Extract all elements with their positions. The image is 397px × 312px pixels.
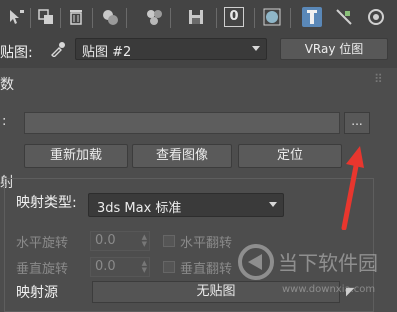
v-rotate-label: 垂直旋转 [16,262,69,277]
watermark-title: 当下软件园 [278,251,378,275]
rollout-header[interactable]: 数 [0,74,14,94]
v-rotate-value: 0.0 [95,259,116,274]
map-type-button[interactable]: VRay 位图 [280,38,388,60]
h-flip-label: 水平翻转 [180,236,233,251]
toolbar: 0 [0,0,397,36]
pick-icon[interactable] [6,7,26,27]
map-type-select[interactable]: 3ds Max 标准 [88,193,284,217]
save-icon[interactable] [186,7,206,27]
spinner-arrows-icon[interactable]: ▲ ▼ [142,260,147,274]
h-flip-checkbox[interactable] [163,235,175,247]
path-label: : [2,114,7,129]
v-flip-checkbox[interactable] [163,261,175,273]
h-rotate-spinner[interactable]: 0.0 ▲ ▼ [90,231,150,251]
locate-button[interactable]: 定位 [238,144,342,168]
spinner-arrows-icon[interactable]: ▲ ▼ [142,234,147,248]
rollout-grip-icon: ⠿ [374,72,384,86]
browse-button[interactable]: ... [344,112,370,134]
map-label: 贴图: [0,45,33,61]
bitmap-path-field[interactable] [24,112,340,134]
material-map-icon[interactable] [144,7,164,27]
h-rotate-value: 0.0 [95,233,116,248]
chevron-down-icon [269,202,277,207]
annotation-arrow [341,146,364,230]
highlight-icon[interactable] [302,7,322,27]
navigate-icon[interactable] [334,7,354,27]
v-rotate-spinner[interactable]: 0.0 ▲ ▼ [90,257,150,277]
map-select-value: 贴图 #2 [82,45,132,60]
v-flip-label: 垂直翻转 [180,262,233,277]
channel-icon[interactable]: 0 [224,7,244,27]
watermark-url: www.downxia.com [282,284,375,295]
map-type-label: 映射类型: [16,195,77,211]
chevron-down-icon [252,46,260,51]
watermark-logo: 当下软件园 www.downxia.com [238,244,378,295]
map-type-value: 3ds Max 标准 [97,201,182,216]
delete-icon[interactable] [66,7,86,27]
eyedropper-icon[interactable] [50,41,66,58]
material-icon[interactable] [100,7,120,27]
copy-icon[interactable] [36,7,56,27]
reload-button[interactable]: 重新加载 [24,144,128,168]
options-icon[interactable] [366,7,386,27]
map-select[interactable]: 贴图 #2 [75,38,267,60]
h-rotate-label: 水平旋转 [16,236,69,251]
map-source-label: 映射源 [16,285,58,301]
view-image-button[interactable]: 查看图像 [132,144,232,168]
sphere-icon[interactable] [262,7,282,27]
